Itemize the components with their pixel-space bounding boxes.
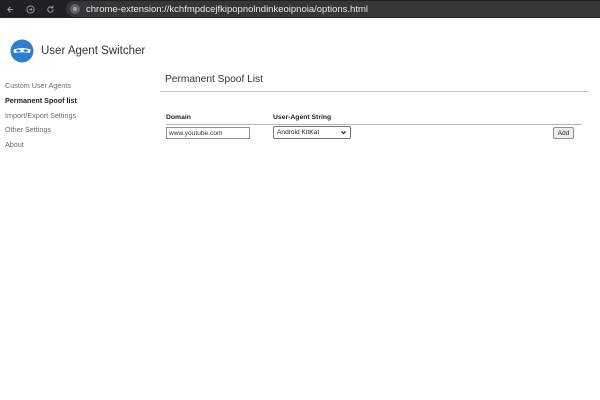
browser-toolbar: chrome-extension://kchfmpdcejfkipopnolnd… xyxy=(0,0,600,18)
sidebar: Custom User Agents Permanent Spoof list … xyxy=(5,79,145,153)
reload-icon xyxy=(46,5,54,13)
back-button[interactable] xyxy=(0,0,20,18)
sidebar-item-other-settings[interactable]: Other Settings xyxy=(5,123,145,138)
address-bar[interactable]: chrome-extension://kchfmpdcejfkipopnolnd… xyxy=(66,1,600,17)
site-info-icon[interactable] xyxy=(70,4,80,14)
forward-button[interactable] xyxy=(20,0,40,18)
url-text: chrome-extension://kchfmpdcejfkipopnolnd… xyxy=(86,3,368,15)
domain-input[interactable] xyxy=(166,127,250,139)
page-title: Permanent Spoof List xyxy=(165,74,263,85)
user-agent-selected-value: Android KitKat xyxy=(277,129,320,136)
column-header-domain: Domain xyxy=(166,114,191,121)
mask-logo-icon xyxy=(10,39,34,63)
brand-header: User Agent Switcher xyxy=(10,39,145,63)
sidebar-item-custom-user-agents[interactable]: Custom User Agents xyxy=(5,79,145,94)
column-header-user-agent: User-Agent String xyxy=(273,114,332,121)
sidebar-item-permanent-spoof-list[interactable]: Permanent Spoof list xyxy=(5,94,145,109)
chevron-down-icon xyxy=(341,131,346,135)
arrow-left-icon xyxy=(6,5,13,13)
header-divider xyxy=(166,124,582,125)
sidebar-item-import-export-settings[interactable]: Import/Export Settings xyxy=(5,109,145,124)
reload-button[interactable] xyxy=(40,0,60,18)
app-title: User Agent Switcher xyxy=(41,45,146,57)
user-agent-select[interactable]: Android KitKat xyxy=(273,126,351,139)
sidebar-item-about[interactable]: About xyxy=(5,138,145,153)
title-divider xyxy=(160,91,589,92)
main-content: Permanent Spoof List xyxy=(160,70,590,92)
arrow-right-icon xyxy=(25,4,35,14)
add-button[interactable]: Add xyxy=(553,127,574,139)
